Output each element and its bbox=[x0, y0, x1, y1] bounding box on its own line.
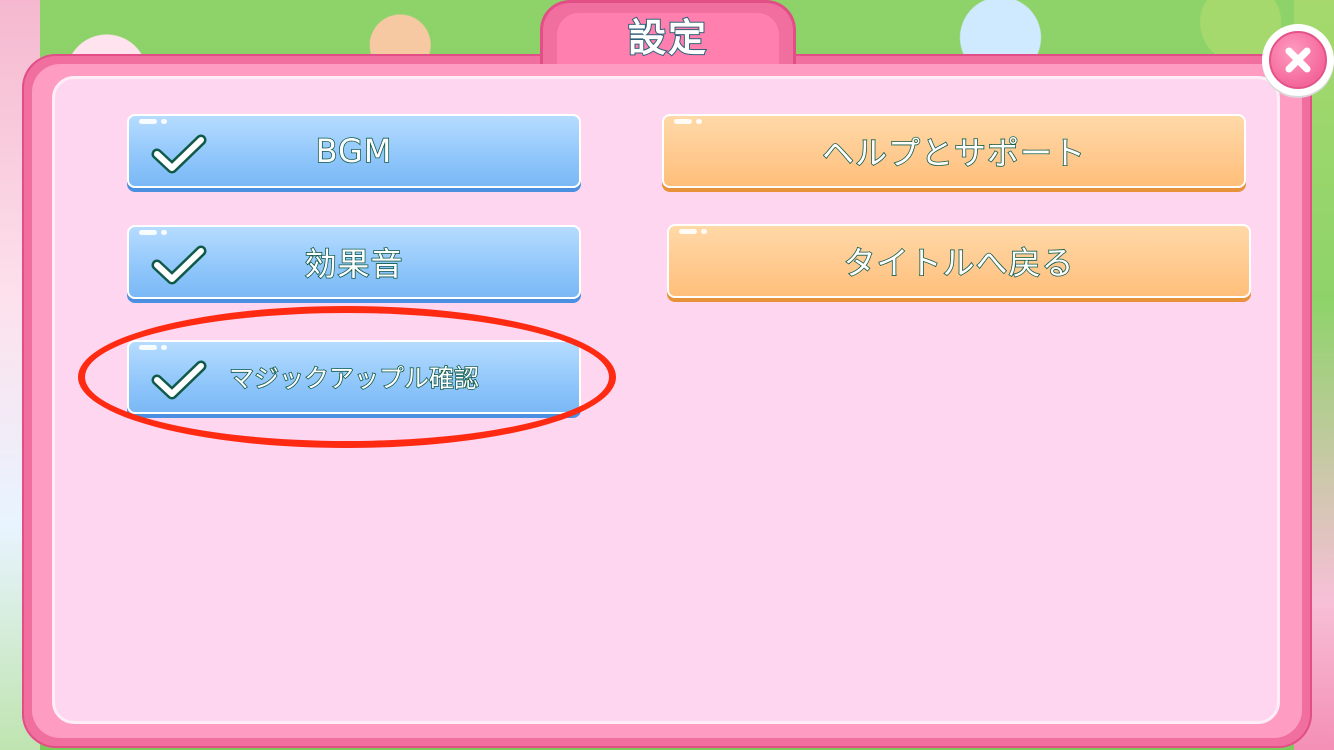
dialog-title: 設定 bbox=[627, 15, 708, 61]
close-button[interactable] bbox=[1262, 24, 1334, 96]
help-support-label: ヘルプとサポート bbox=[821, 133, 1086, 173]
bgm-label: BGM bbox=[315, 131, 393, 171]
sound-effects-toggle-button[interactable]: 効果音 bbox=[127, 225, 581, 299]
close-x-icon bbox=[1269, 31, 1327, 89]
help-support-button[interactable]: ヘルプとサポート bbox=[662, 114, 1246, 188]
bgm-toggle-button[interactable]: BGM bbox=[127, 114, 581, 188]
return-to-title-button[interactable]: タイトルへ戻る bbox=[667, 224, 1251, 298]
magic-apple-confirm-toggle-button[interactable]: マジックアップル確認 bbox=[127, 340, 581, 414]
return-to-title-label: タイトルへ戻る bbox=[843, 243, 1075, 283]
sound-effects-label: 効果音 bbox=[304, 244, 404, 284]
magic-apple-confirm-label: マジックアップル確認 bbox=[228, 363, 480, 394]
